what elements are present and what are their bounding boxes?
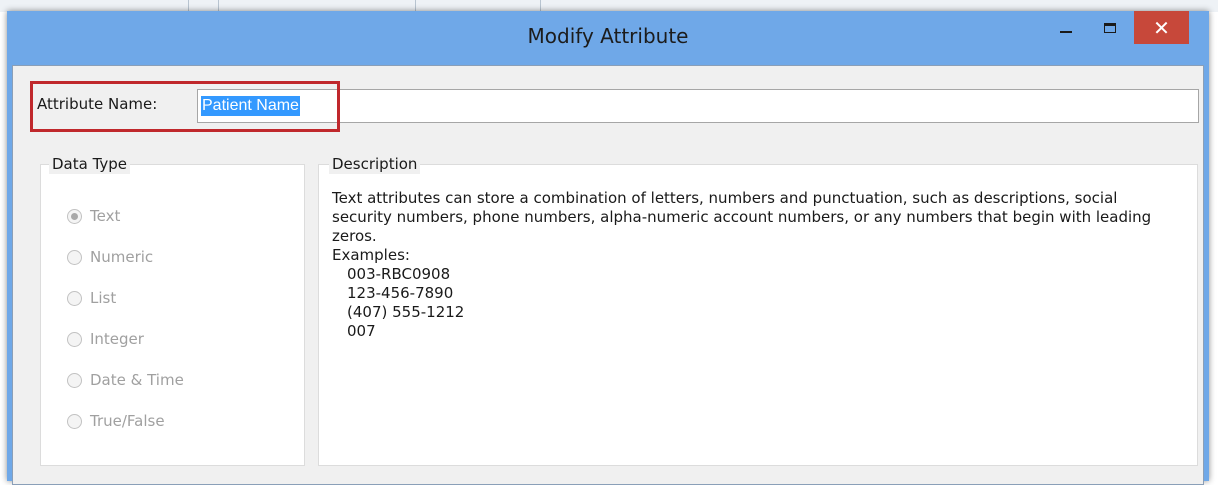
data-type-legend: Data Type	[49, 154, 131, 174]
description-paragraph: Text attributes can store a combination …	[332, 189, 1152, 245]
example-line: 123-456-7890	[347, 284, 454, 302]
dialog-body: Attribute Name: Patient Name Data Type T…	[12, 65, 1204, 485]
modify-attribute-dialog: Modify Attribute ✕ Attribute Name: Patie…	[7, 11, 1209, 485]
close-icon: ✕	[1153, 15, 1170, 40]
radio-label: True/False	[90, 412, 165, 430]
radio-button-icon	[67, 413, 82, 429]
radio-text[interactable]: Text	[67, 207, 120, 225]
radio-button-icon	[67, 372, 82, 388]
radio-label: Date & Time	[90, 371, 184, 389]
radio-integer[interactable]: Integer	[67, 330, 144, 348]
example-line: 007	[347, 322, 376, 340]
radio-button-icon	[67, 331, 82, 347]
maximize-icon	[1104, 23, 1116, 33]
description-group: Description Text attributes can store a …	[318, 154, 1198, 466]
radio-label: Integer	[90, 330, 144, 348]
radio-date-time[interactable]: Date & Time	[67, 371, 184, 389]
close-button[interactable]: ✕	[1134, 11, 1189, 44]
radio-selected-dot	[71, 212, 78, 220]
radio-label: Numeric	[90, 248, 154, 266]
radio-list[interactable]: List	[67, 289, 116, 307]
radio-button-icon	[67, 290, 82, 306]
maximize-button[interactable]	[1089, 11, 1131, 45]
radio-label: List	[90, 289, 117, 307]
dialog-title: Modify Attribute	[527, 24, 689, 48]
radio-button-icon	[67, 249, 82, 265]
examples-label: Examples:	[332, 246, 410, 264]
minimize-icon	[1060, 31, 1072, 33]
highlight-annotation-box	[30, 81, 340, 132]
description-text-block: Text attributes can store a combination …	[332, 189, 1172, 341]
example-line: (407) 555-1212	[347, 303, 465, 321]
title-bar[interactable]: Modify Attribute ✕	[7, 11, 1209, 65]
description-legend: Description	[329, 154, 421, 174]
attribute-name-input[interactable]: Patient Name	[197, 89, 1199, 123]
radio-button-icon	[67, 208, 82, 224]
data-type-group: Data Type Text Numeric List Integer Date…	[40, 154, 305, 466]
radio-numeric[interactable]: Numeric	[67, 248, 153, 266]
radio-true-false[interactable]: True/False	[67, 412, 165, 430]
radio-label: Text	[90, 207, 121, 225]
minimize-button[interactable]	[1047, 11, 1085, 45]
example-line: 003-RBC0908	[347, 265, 451, 283]
